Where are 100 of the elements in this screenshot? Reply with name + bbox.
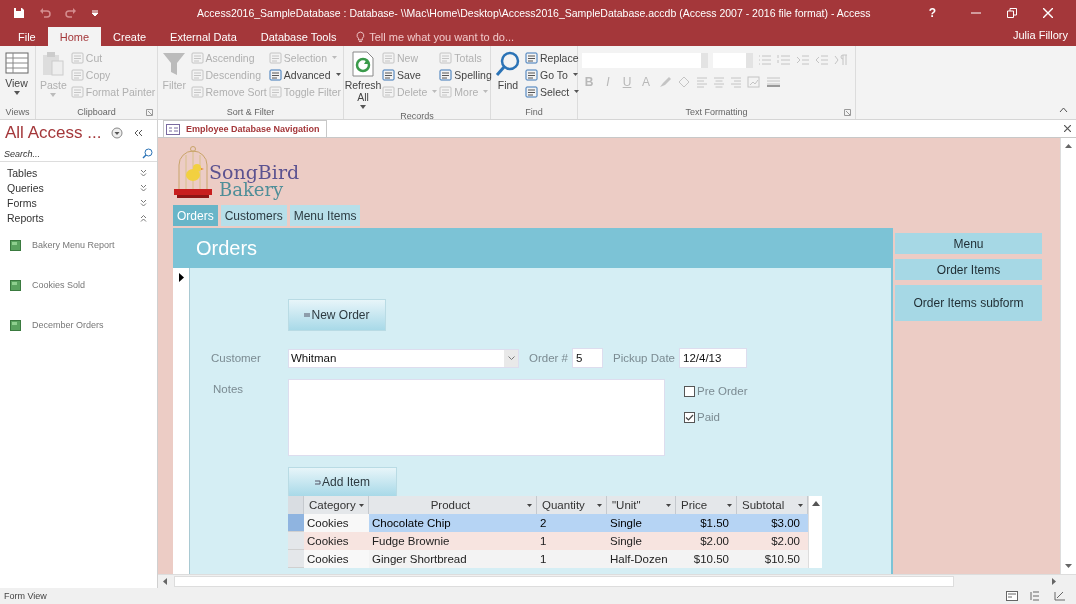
command-icon (439, 51, 453, 64)
caret-icon[interactable] (597, 503, 602, 507)
record-selector[interactable] (173, 268, 190, 574)
highlighter-icon[interactable] (658, 76, 672, 88)
paragraph-icon[interactable] (834, 54, 848, 66)
report-item[interactable]: December Orders (0, 305, 157, 345)
side-button[interactable]: Menu (895, 233, 1042, 254)
pane-group-header[interactable]: Forms (0, 195, 157, 210)
column-header[interactable]: Product (369, 496, 537, 514)
undo-icon[interactable] (39, 7, 51, 19)
table-cell: Single (607, 514, 676, 532)
column-header[interactable]: Quantity (537, 496, 607, 514)
caret-icon[interactable] (359, 503, 364, 507)
collapse-ribbon-icon[interactable] (1059, 107, 1068, 113)
ribbon-button[interactable]: Go To (525, 66, 580, 83)
navigation-tab[interactable]: Customers (220, 205, 287, 226)
dropdown-circle-icon[interactable] (111, 127, 124, 139)
new-order-button[interactable]: New Order (288, 299, 386, 331)
column-header[interactable]: Category (304, 496, 369, 514)
search-icon[interactable] (142, 148, 153, 159)
caret-icon (574, 90, 580, 93)
font-name-field[interactable] (582, 52, 708, 68)
search-field[interactable]: Search... (4, 148, 142, 159)
ribbon-button[interactable]: Spelling (439, 66, 492, 83)
field-label: Customer (210, 352, 262, 364)
collapse-pane-icon[interactable] (133, 129, 144, 137)
indent-icon[interactable] (796, 54, 810, 66)
report-item[interactable]: Bakery Menu Report (0, 225, 157, 265)
column-header[interactable]: "Unit" (607, 496, 676, 514)
layout-view-icon[interactable] (1030, 591, 1042, 601)
restore-icon[interactable] (1007, 8, 1017, 18)
scroll-right-icon[interactable] (1052, 578, 1056, 585)
ribbon-tab[interactable]: File (6, 27, 48, 46)
ribbon-tab[interactable]: Home (47, 27, 102, 46)
column-header[interactable]: Subtotal (737, 496, 808, 514)
caret-icon[interactable] (798, 503, 803, 507)
pane-group-header[interactable]: Queries (0, 180, 157, 195)
ribbon-button[interactable]: Refresh All (346, 49, 380, 111)
ribbon-button[interactable]: Save (382, 66, 438, 83)
side-button[interactable]: Order Items subform (895, 285, 1042, 321)
document-tab[interactable]: Employee Database Navigation (163, 120, 327, 137)
ribbon-button[interactable]: Advanced (268, 66, 341, 83)
caret-icon[interactable] (666, 503, 671, 507)
ribbon-tab[interactable]: Create (101, 27, 159, 46)
table-cell: $2.00 (676, 532, 737, 550)
pane-group-header[interactable]: Reports (0, 210, 157, 225)
pane-group-header[interactable]: Tables (0, 165, 157, 180)
pickup-date-field[interactable]: 12/4/13 (679, 348, 747, 368)
navigation-tab[interactable]: Menu Items (289, 205, 361, 226)
table-cell: 2 (537, 514, 607, 532)
customer-combo-box[interactable]: Whitman (288, 348, 519, 368)
ribbon-button[interactable]: View (2, 49, 31, 105)
notes-field[interactable] (288, 379, 665, 456)
report-icon (10, 239, 21, 251)
chart-icon[interactable] (747, 76, 761, 88)
scroll-down-icon[interactable] (1065, 564, 1072, 568)
form-view-icon[interactable] (1006, 591, 1018, 601)
command-icon (439, 68, 453, 81)
ribbon-button[interactable]: Replace (525, 49, 580, 66)
row-selector[interactable] (288, 514, 304, 532)
caret-icon[interactable] (727, 503, 732, 507)
checkbox-label: Paid (697, 411, 721, 423)
redo-icon[interactable] (65, 7, 77, 19)
table-cell: Fudge Brownie (369, 532, 537, 550)
help-button[interactable]: ? (928, 6, 936, 20)
pane-title[interactable]: All Access ... (5, 123, 102, 143)
lightbulb-icon (356, 30, 366, 43)
user-name[interactable]: Julia Fillory (1013, 27, 1076, 46)
outdent-icon[interactable] (815, 54, 829, 66)
ribbon-button[interactable]: Select (525, 83, 580, 100)
scroll-left-icon[interactable] (163, 578, 167, 585)
ribbon-button[interactable]: Find (493, 49, 523, 105)
search-icon (495, 51, 521, 77)
launcher-icon[interactable] (146, 109, 153, 116)
select-all-cell[interactable] (288, 496, 304, 514)
scroll-up-icon[interactable] (811, 501, 820, 506)
command-icon (382, 68, 395, 81)
design-view-icon[interactable] (1054, 591, 1066, 601)
side-button[interactable]: Order Items (895, 259, 1042, 280)
checkbox[interactable] (684, 385, 695, 397)
tell-me-field[interactable]: Tell me what you want to do... (369, 30, 527, 43)
command-icon (190, 68, 204, 81)
scroll-up-icon[interactable] (1065, 144, 1072, 148)
gridlines-icon[interactable] (766, 76, 782, 88)
close-icon[interactable] (1064, 125, 1071, 132)
launcher-icon[interactable] (844, 109, 851, 116)
font-size-field[interactable] (713, 52, 753, 68)
caret-icon[interactable] (527, 503, 532, 507)
customize-icon[interactable] (91, 9, 99, 17)
ribbon-tab[interactable]: Database Tools (248, 27, 349, 46)
checkbox[interactable] (684, 411, 695, 423)
ribbon-tab[interactable]: External Data (158, 27, 249, 46)
report-item[interactable]: Cookies Sold (0, 265, 157, 305)
order-number-field[interactable]: 5 (572, 348, 603, 368)
save-icon[interactable] (13, 7, 25, 19)
command-icon (70, 85, 84, 98)
scrollbar-thumb[interactable] (174, 576, 954, 587)
grid-icon (4, 51, 29, 75)
add-item-button[interactable]: Add Item (288, 467, 397, 496)
column-header[interactable]: Price (676, 496, 737, 514)
